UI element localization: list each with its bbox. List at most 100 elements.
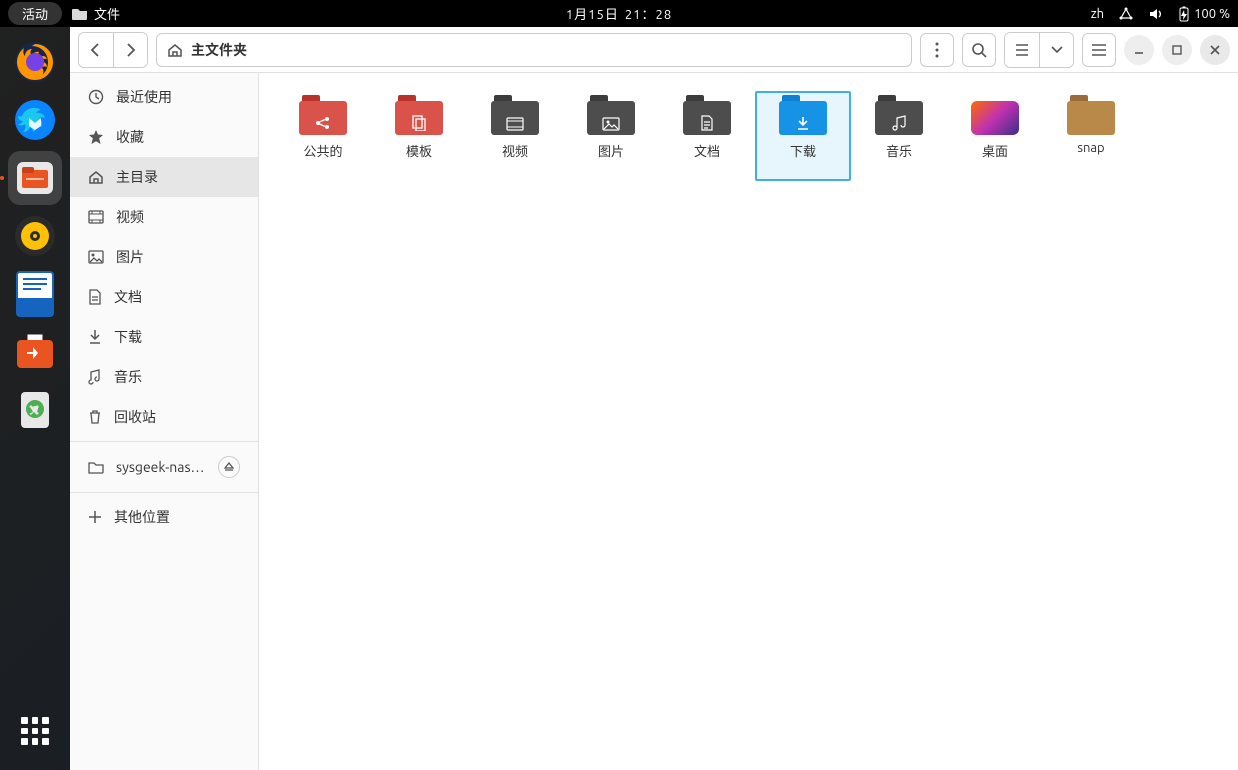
view-options-button[interactable] (1039, 33, 1073, 67)
image-icon (88, 250, 104, 264)
sidebar-item-label: 视频 (116, 207, 240, 227)
chevron-down-icon (1051, 46, 1063, 54)
folder-downloads[interactable]: 下载 (755, 91, 851, 181)
dock-show-apps[interactable] (8, 704, 62, 758)
folder-icon (779, 95, 827, 135)
sidebar-item-recent[interactable]: 最近使用 (70, 77, 258, 117)
kebab-icon (935, 42, 939, 58)
time-label: 21：28 (625, 4, 672, 23)
sidebar-item-documents[interactable]: 文档 (70, 277, 258, 317)
dock-software[interactable] (8, 325, 62, 379)
headerbar: 主文件夹 (70, 27, 1238, 73)
dock-rhythmbox[interactable] (8, 209, 62, 263)
sidebar-separator (70, 441, 258, 442)
plus-icon (88, 510, 102, 524)
eject-button[interactable] (218, 456, 240, 478)
folder-icon (1067, 95, 1115, 135)
star-icon (88, 129, 104, 145)
path-menu-button[interactable] (920, 33, 954, 67)
sidebar-item-label: 主目录 (116, 167, 240, 187)
activities-button[interactable]: 活动 (8, 2, 62, 25)
folder-templates[interactable]: 模板 (371, 91, 467, 181)
dock-thunderbird[interactable] (8, 93, 62, 147)
folder-label: 公共的 (303, 141, 342, 160)
folder-public[interactable]: 公共的 (275, 91, 371, 181)
sidebar-item-pictures[interactable]: 图片 (70, 237, 258, 277)
file-view[interactable]: 公共的 模板视频 图片 文档下载 音乐桌面 snap (259, 73, 1238, 770)
document-icon (88, 289, 102, 305)
folder-remote-icon (88, 460, 104, 474)
battery-percent: 100 % (1194, 7, 1230, 21)
music-icon (88, 369, 102, 385)
sidebar-item-label: 最近使用 (116, 87, 240, 107)
home-icon (167, 42, 183, 58)
folder-icon (395, 95, 443, 135)
sidebar-separator (70, 492, 258, 493)
maximize-button[interactable] (1162, 35, 1192, 65)
sidebar-item-music[interactable]: 音乐 (70, 357, 258, 397)
sidebar-item-downloads[interactable]: 下载 (70, 317, 258, 357)
date-label: 1月15日 (566, 4, 619, 23)
sidebar-item-label: 回收站 (114, 407, 240, 427)
back-button[interactable] (79, 33, 113, 67)
eject-icon (224, 462, 234, 472)
nav-buttons (78, 32, 148, 68)
forward-button[interactable] (113, 33, 147, 67)
trash-icon (88, 409, 102, 425)
sidebar-item-other-locations[interactable]: 其他位置 (70, 497, 258, 537)
apps-grid-icon (21, 717, 49, 745)
dock-trash[interactable] (8, 383, 62, 437)
sidebar-item-starred[interactable]: 收藏 (70, 117, 258, 157)
dock-files[interactable] (8, 151, 62, 205)
volume-icon[interactable] (1148, 7, 1164, 21)
search-button[interactable] (962, 33, 996, 67)
sidebar-item-home[interactable]: 主目录 (70, 157, 258, 197)
sidebar-item-mount[interactable]: sysgeek-nas.l… (70, 446, 258, 488)
sidebar-item-trash[interactable]: 回收站 (70, 397, 258, 437)
folder-pictures[interactable]: 图片 (563, 91, 659, 181)
dock-writer[interactable] (8, 267, 62, 321)
sidebar-item-videos[interactable]: 视频 (70, 197, 258, 237)
network-icon[interactable] (1118, 7, 1134, 21)
folder-icon (683, 95, 731, 135)
close-icon (1210, 45, 1220, 55)
clock-icon (88, 89, 104, 105)
folder-snap[interactable]: snap (1043, 91, 1139, 181)
battery-indicator[interactable]: 100 % (1178, 6, 1230, 22)
sidebar-item-label: 下载 (114, 327, 240, 347)
maximize-icon (1172, 45, 1182, 55)
list-icon (1014, 43, 1030, 57)
folder-icon (587, 95, 635, 135)
video-icon (88, 210, 104, 224)
home-icon (88, 169, 104, 185)
minimize-icon (1134, 45, 1144, 55)
path-bar[interactable]: 主文件夹 (156, 33, 912, 67)
folder-icon (875, 95, 923, 135)
close-button[interactable] (1200, 35, 1230, 65)
sidebar-item-label: sysgeek-nas.l… (116, 459, 206, 475)
list-view-button[interactable] (1005, 33, 1039, 67)
folder-videos[interactable]: 视频 (467, 91, 563, 181)
folder-label: 下载 (790, 141, 816, 160)
minimize-button[interactable] (1124, 35, 1154, 65)
clock[interactable]: 1月15日 21：28 (566, 4, 672, 23)
folder-label: 视频 (502, 141, 528, 160)
folder-music[interactable]: 音乐 (851, 91, 947, 181)
folder-documents[interactable]: 文档 (659, 91, 755, 181)
sidebar-item-label: 其他位置 (114, 507, 240, 527)
current-app-indicator[interactable]: 文件 (72, 4, 120, 23)
hamburger-menu-button[interactable] (1082, 33, 1116, 67)
folder-icon (299, 95, 347, 135)
sidebar-item-label: 文档 (114, 287, 240, 307)
gnome-top-panel: 活动 文件 1月15日 21：28 zh 100 % (0, 0, 1238, 27)
folder-label: 图片 (598, 141, 624, 160)
folder-label: 桌面 (982, 141, 1008, 160)
places-sidebar: 最近使用 收藏 主目录 视频 图片 (70, 73, 259, 770)
input-language-indicator[interactable]: zh (1091, 7, 1104, 21)
icon-grid: 公共的 模板视频 图片 文档下载 音乐桌面 snap (275, 91, 1222, 181)
folder-label: snap (1077, 141, 1104, 155)
hamburger-icon (1091, 44, 1107, 56)
sidebar-item-label: 收藏 (116, 127, 240, 147)
folder-desktop[interactable]: 桌面 (947, 91, 1043, 181)
dock-firefox[interactable] (8, 35, 62, 89)
